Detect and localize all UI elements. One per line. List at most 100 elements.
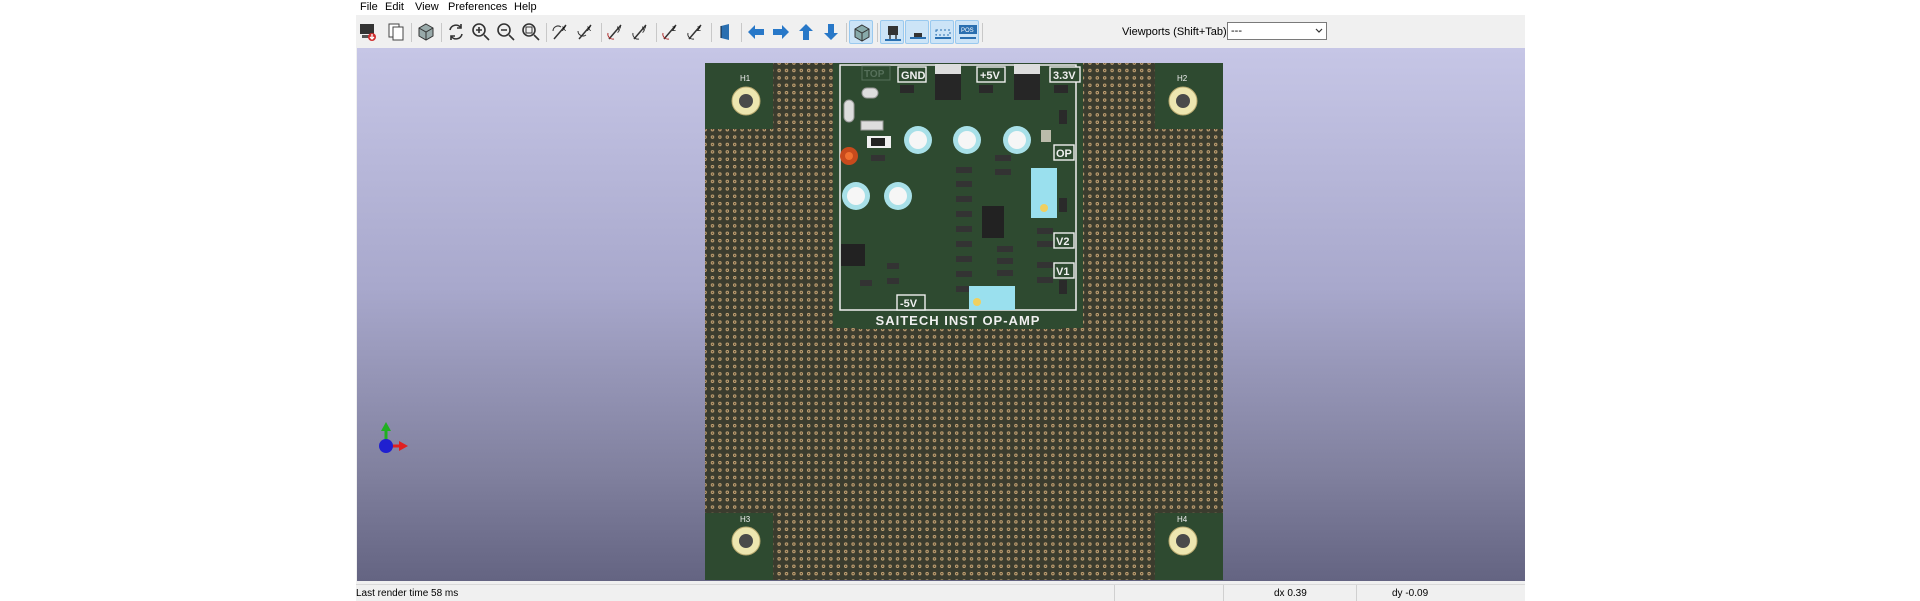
menu-view[interactable]: View <box>413 1 441 14</box>
reload-board-button[interactable] <box>444 20 468 44</box>
svg-text:y: y <box>642 24 646 33</box>
status-divider <box>1114 585 1115 601</box>
rotate-x-ccw-button[interactable]: x <box>574 20 598 44</box>
render-to-file-button[interactable] <box>356 20 380 44</box>
toolbar-separator <box>846 23 847 42</box>
zoom-in-icon <box>472 23 490 41</box>
copy-icon <box>388 23 404 41</box>
viewports-label: Viewports (Shift+Tab): <box>1122 26 1230 38</box>
flip-board-icon <box>720 24 729 40</box>
toolbar-separator <box>411 23 412 42</box>
svg-text:x: x <box>562 24 566 33</box>
regulator-u1 <box>935 74 961 100</box>
svg-text:POS: POS <box>961 28 974 34</box>
header-j2 <box>979 85 993 93</box>
menu-edit[interactable]: Edit <box>383 1 406 14</box>
zoom-out-icon <box>497 23 515 41</box>
refresh-icon <box>449 24 463 40</box>
chevron-down-icon <box>1315 28 1323 33</box>
pcb-3d-render: H1 H2 H3 H4 TOP GND +5V 3.3V OP V2 V1 -5… <box>379 63 1223 580</box>
zoom-fit-icon <box>522 23 540 41</box>
toolbar-separator <box>656 23 657 42</box>
arrow-down-icon <box>824 24 838 40</box>
zoom-out-button[interactable] <box>494 20 518 44</box>
header-j8 <box>1059 110 1067 124</box>
render-export-icon <box>360 24 376 41</box>
mounting-hole-label: H2 <box>1177 74 1188 83</box>
header-j3 <box>1054 85 1068 93</box>
arrow-up-icon <box>799 24 813 40</box>
connector-j1-pin <box>861 87 879 99</box>
connector-j1-pin <box>860 120 884 131</box>
svg-text:z: z <box>697 24 701 33</box>
show-virtual-models-button[interactable] <box>930 20 954 44</box>
rotate-z-cw-icon: z <box>662 24 677 40</box>
status-divider <box>1356 585 1357 601</box>
copy-image-button[interactable] <box>384 20 408 44</box>
menu-bar: File Edit View Preferences Help <box>356 0 1525 15</box>
toolbar-separator <box>982 23 983 42</box>
tht-component-icon <box>885 26 901 41</box>
toolbar-separator <box>441 23 442 42</box>
menu-help[interactable]: Help <box>512 1 539 14</box>
toolbar-separator <box>741 23 742 42</box>
status-bar: Last render time 58 ms dx 0.39 dy -0.09 <box>356 584 1525 601</box>
rotate-y-cw-button[interactable]: y <box>604 20 628 44</box>
zoom-fit-button[interactable] <box>519 20 543 44</box>
top-marker: TOP <box>864 69 885 80</box>
net-label-op: OP <box>1056 148 1072 160</box>
rotate-z-ccw-icon: z <box>687 24 702 40</box>
menu-file[interactable]: File <box>358 1 380 14</box>
move-down-button[interactable] <box>819 20 843 44</box>
toggle-3d-models-button[interactable] <box>849 20 873 44</box>
net-label-5v: +5V <box>980 70 1001 82</box>
3d-options-button[interactable] <box>414 20 438 44</box>
toolbar: x x y y z z POS <box>356 15 1525 48</box>
rotate-x-cw-icon: x <box>552 24 567 40</box>
arrow-left-icon <box>748 25 764 39</box>
arrow-right-icon <box>773 25 789 39</box>
net-label-3v3: 3.3V <box>1053 70 1076 82</box>
rotate-x-ccw-icon: x <box>577 24 592 40</box>
move-up-button[interactable] <box>794 20 818 44</box>
mounting-hole-label: H1 <box>740 74 751 83</box>
toolbar-separator <box>601 23 602 42</box>
show-not-in-posfile-button[interactable]: POS <box>955 20 979 44</box>
connector-j1-pin <box>843 99 855 123</box>
regulator-u2 <box>1014 74 1040 100</box>
svg-text:y: y <box>617 24 621 33</box>
svg-text:x: x <box>587 24 591 33</box>
protoboard: H1 H2 H3 H4 TOP GND +5V 3.3V OP V2 V1 -5… <box>705 63 1223 580</box>
mounting-hole-label: H3 <box>740 515 751 524</box>
net-label-gnd: GND <box>901 70 926 82</box>
net-label-v2: V2 <box>1056 236 1069 248</box>
move-right-button[interactable] <box>769 20 793 44</box>
zoom-in-button[interactable] <box>469 20 493 44</box>
rotate-y-ccw-button[interactable]: y <box>629 20 653 44</box>
net-label-neg5v: -5V <box>900 298 918 310</box>
svg-text:z: z <box>672 24 676 33</box>
smd-component-icon <box>910 33 926 39</box>
rotate-y-ccw-icon: y <box>632 24 647 40</box>
toolbar-separator <box>877 23 878 42</box>
rotate-x-cw-button[interactable]: x <box>549 20 573 44</box>
viewports-selected-value: --- <box>1231 25 1242 37</box>
net-label-v1: V1 <box>1056 266 1069 278</box>
rotate-z-cw-button[interactable]: z <box>659 20 683 44</box>
show-smd-models-button[interactable] <box>905 20 929 44</box>
menu-preferences[interactable]: Preferences <box>446 1 509 14</box>
header-j7 <box>1059 198 1067 212</box>
rotate-z-ccw-button[interactable]: z <box>684 20 708 44</box>
show-tht-models-button[interactable] <box>880 20 904 44</box>
viewports-select[interactable]: --- <box>1227 22 1327 40</box>
opamp-module: TOP GND +5V 3.3V OP V2 V1 -5V SAITECH IN… <box>833 63 1083 329</box>
3d-viewport-canvas[interactable]: H1 H2 H3 H4 TOP GND +5V 3.3V OP V2 V1 -5… <box>357 48 1525 581</box>
3d-viewer-window: File Edit View Preferences Help x x y y … <box>356 0 1525 601</box>
cube-icon <box>418 23 434 41</box>
move-left-button[interactable] <box>744 20 768 44</box>
toolbar-separator <box>711 23 712 42</box>
rotate-y-cw-icon: y <box>607 24 622 40</box>
toolbar-separator <box>546 23 547 42</box>
flip-board-button[interactable] <box>714 20 738 44</box>
board-title: SAITECH INST OP-AMP <box>876 313 1041 328</box>
